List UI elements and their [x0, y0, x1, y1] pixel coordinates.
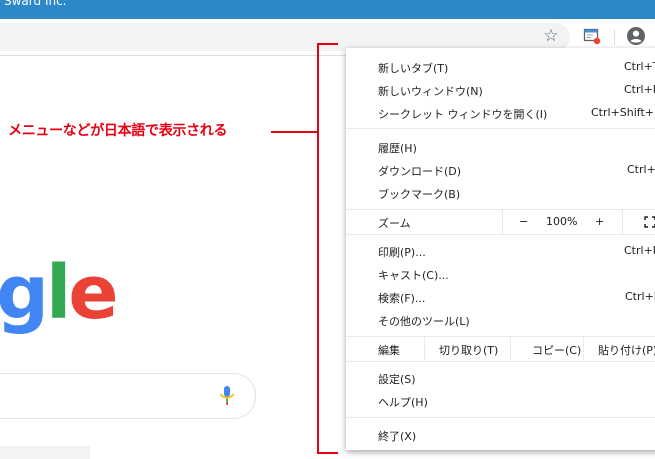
menu-zoom-row: ズーム − 100% + [346, 210, 655, 234]
menu-item-shortcut: Ctrl+J [627, 163, 655, 176]
menu-item-shortcut: Ctrl+F [625, 290, 655, 303]
menu-item-shortcut: Ctrl+T [624, 60, 655, 73]
menu-item-more-tools[interactable]: その他のツール(L) [346, 309, 655, 331]
edit-divider [424, 337, 425, 361]
menu-item-label: ダウンロード(D) [378, 165, 462, 178]
menu-item-shortcut: Ctrl+N [624, 83, 655, 96]
menu-item-label: 設定(S) [378, 373, 416, 386]
logo-letter-e: e [68, 250, 118, 336]
logo-letter-l: l [45, 250, 71, 336]
star-icon[interactable]: ☆ [540, 25, 562, 47]
menu-edit-row: 編集 切り取り(T) コピー(C) 貼り付け(P) [346, 337, 655, 361]
page-footer-block [0, 446, 90, 459]
menu-item-downloads[interactable]: ダウンロード(D) Ctrl+J [346, 159, 655, 181]
microphone-icon[interactable] [218, 385, 236, 407]
menu-item-label: キャスト(C)... [378, 269, 449, 282]
menu-item-cast[interactable]: キャスト(C)... [346, 263, 655, 285]
window-title: Sward Inc. [4, 0, 67, 8]
menu-divider [346, 128, 655, 129]
google-logo: gle [0, 256, 119, 330]
menu-item-new-window[interactable]: 新しいウィンドウ(N) Ctrl+N [346, 79, 655, 101]
chrome-main-menu: 新しいタブ(T) Ctrl+T 新しいウィンドウ(N) Ctrl+N シークレッ… [346, 48, 655, 450]
address-bar[interactable] [0, 23, 570, 51]
annotation-bracket [317, 43, 338, 454]
zoom-divider [622, 210, 623, 234]
menu-item-label: シークレット ウィンドウを開く(I) [378, 108, 548, 121]
menu-item-label: 終了(X) [378, 430, 417, 443]
edit-divider [583, 337, 584, 361]
menu-item-find[interactable]: 検索(F)... Ctrl+F [346, 286, 655, 308]
edit-divider [510, 337, 511, 361]
menu-item-help[interactable]: ヘルプ(H) [346, 390, 655, 412]
menu-item-exit[interactable]: 終了(X) [346, 424, 655, 446]
menu-item-new-tab[interactable]: 新しいタブ(T) Ctrl+T [346, 56, 655, 78]
menu-item-label: 新しいタブ(T) [378, 62, 449, 75]
zoom-in-button[interactable]: + [595, 215, 604, 228]
menu-item-label: 履歴(H) [378, 142, 417, 155]
menu-item-settings[interactable]: 設定(S) [346, 367, 655, 389]
menu-item-incognito[interactable]: シークレット ウィンドウを開く(I) Ctrl+Shift+N [346, 102, 655, 124]
annotation-pointer-line [271, 131, 317, 133]
menu-item-label: 検索(F)... [378, 292, 426, 305]
paste-button[interactable]: 貼り付け(P) [598, 342, 655, 358]
menu-divider [346, 234, 655, 235]
zoom-label: ズーム [378, 217, 411, 230]
edit-label: 編集 [378, 344, 400, 357]
menu-item-label: ヘルプ(H) [378, 396, 428, 409]
menu-divider [346, 417, 655, 418]
menu-divider [346, 361, 655, 362]
account-circle-icon[interactable] [626, 26, 646, 46]
menu-item-print[interactable]: 印刷(P)... Ctrl+P [346, 240, 655, 262]
extension-icon[interactable] [582, 26, 602, 46]
logo-letter-g: g [0, 250, 49, 336]
menu-item-label: ブックマーク(B) [378, 188, 461, 201]
menu-item-shortcut: Ctrl+Shift+N [591, 106, 655, 119]
menu-item-label: 印刷(P)... [378, 246, 426, 259]
menu-item-label: 新しいウィンドウ(N) [378, 85, 483, 98]
zoom-out-button[interactable]: − [519, 215, 528, 228]
cut-button[interactable]: 切り取り(T) [439, 342, 498, 358]
title-bar: Sward Inc. [0, 0, 655, 19]
zoom-divider [502, 210, 503, 234]
menu-item-history[interactable]: 履歴(H) [346, 136, 655, 158]
menu-item-bookmarks[interactable]: ブックマーク(B) [346, 182, 655, 204]
menu-item-shortcut: Ctrl+P [624, 244, 655, 257]
zoom-level: 100% [546, 215, 578, 228]
copy-button[interactable]: コピー(C) [532, 342, 581, 358]
fullscreen-icon[interactable] [644, 216, 655, 228]
menu-item-label: その他のツール(L) [378, 315, 470, 328]
toolbar-separator [614, 29, 615, 45]
annotation-label: メニューなどが日本語で表示される [8, 123, 228, 139]
